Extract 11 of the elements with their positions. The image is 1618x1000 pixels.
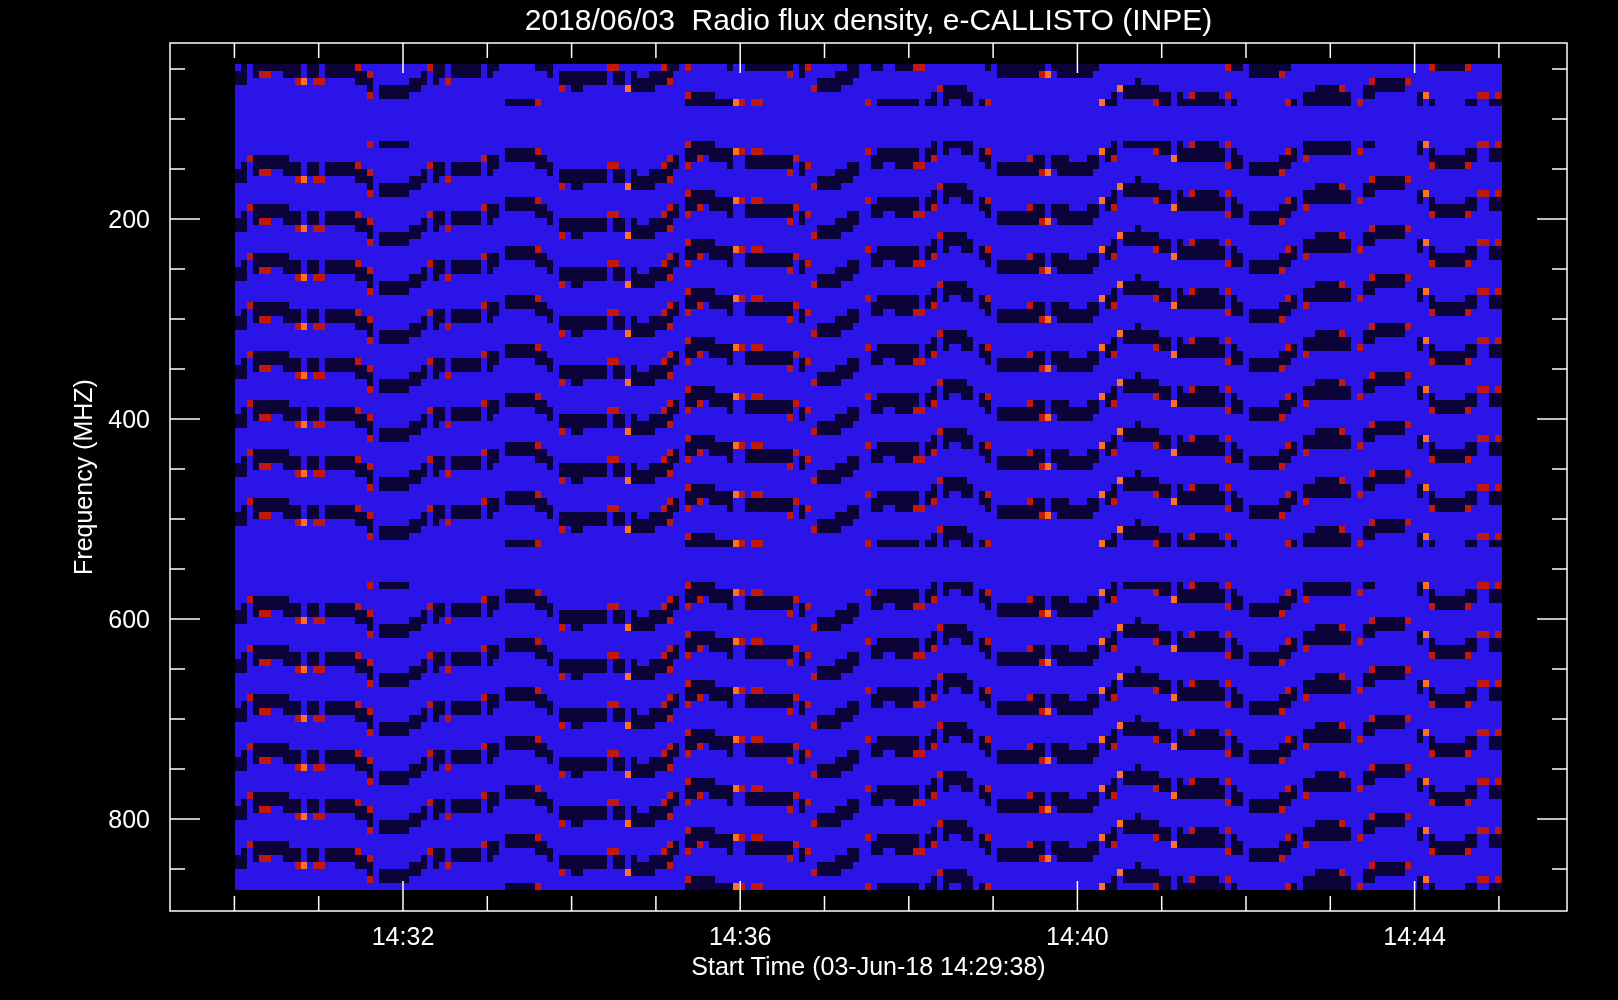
x-axis-title: Start Time (03-Jun-18 14:29:38): [691, 952, 1046, 980]
y-tick-label: 600: [108, 605, 150, 633]
y-tick-label: 400: [108, 405, 150, 433]
x-tick-label: 14:32: [371, 922, 435, 950]
chart-title: 2018/06/03 Radio flux density, e-CALLISTO (INPE): [524, 3, 1213, 36]
y-axis-title: Frequency (MHZ): [69, 379, 97, 575]
y-tick-label: 800: [108, 805, 150, 833]
y-tick-label: 200: [108, 205, 150, 233]
x-tick-label: 14:40: [1046, 922, 1109, 950]
x-tick-label: 14:44: [1383, 922, 1446, 950]
x-tick-label: 14:36: [708, 922, 772, 950]
